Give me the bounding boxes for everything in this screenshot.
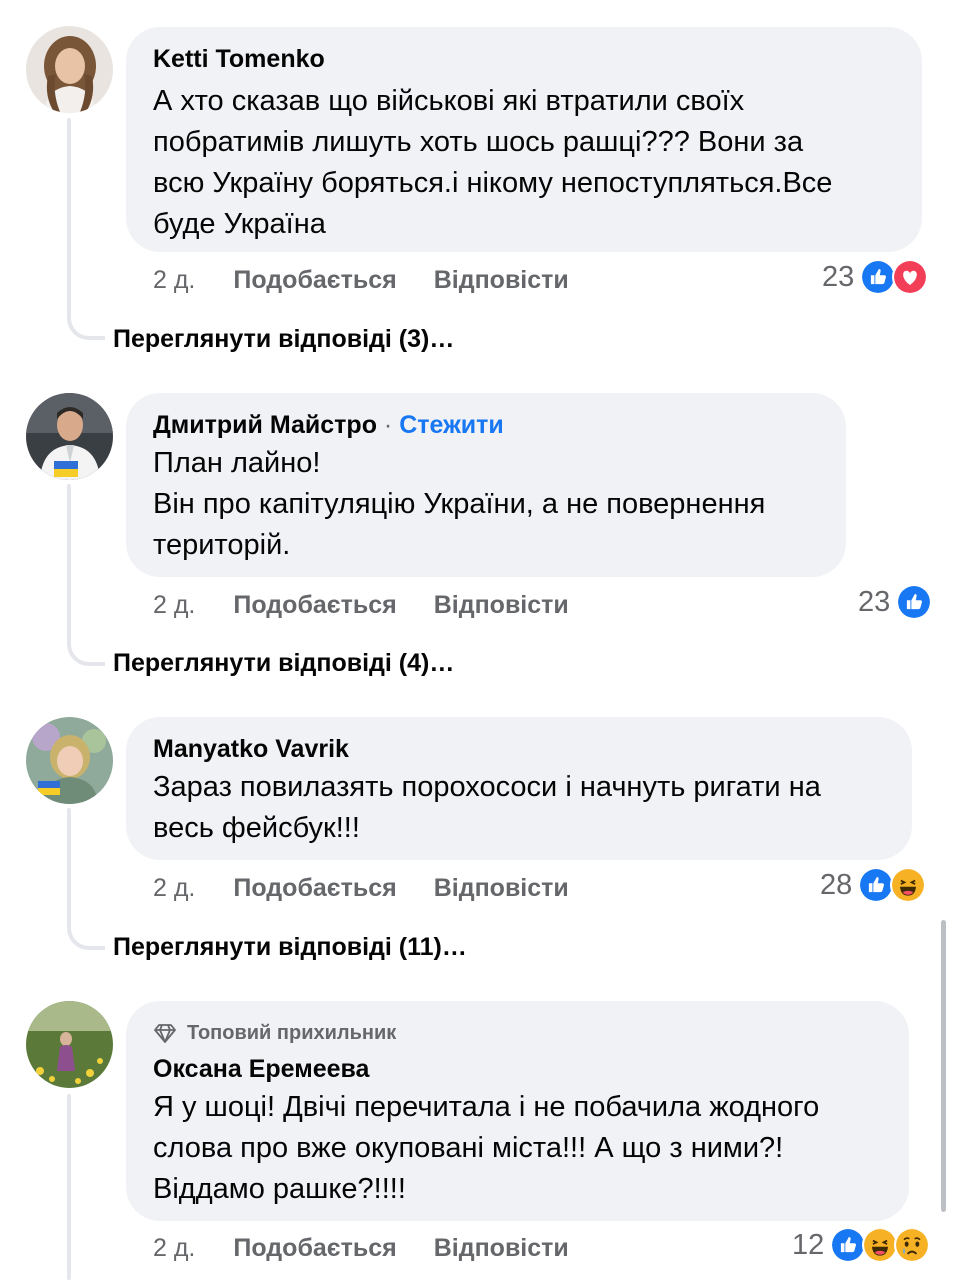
like-button[interactable]: Подобається [233,1233,396,1263]
reaction-count: 28 [820,869,853,901]
thread-line [67,808,71,928]
comment-bubble: Топовий прихильник Оксана Еремеева Я у ш… [126,1001,909,1221]
comment-author[interactable]: Дмитрий Майстро [153,411,377,439]
reaction-count: 12 [792,1229,825,1261]
comment-actions: 2 д. Подобається Відповісти [153,590,569,620]
love-icon [892,259,929,295]
sad-icon [894,1227,931,1263]
reply-button[interactable]: Відповісти [434,590,569,620]
avatar-photo [26,26,113,113]
reaction-count: 23 [822,261,855,293]
comment-bubble: Дмитрий Майстро · Стежити План лайно! Ві… [126,393,846,577]
haha-icon [890,867,927,903]
comment-bubble: Manyatko Vavrik Зараз повилазять порохос… [126,717,912,860]
thread-line [67,118,71,318]
like-icon [896,584,933,620]
reactions-summary[interactable]: 12 [792,1227,931,1263]
like-icon [858,867,895,903]
thread-connector [67,638,105,666]
scrollbar[interactable] [941,920,946,1212]
avatar-photo [26,1001,113,1088]
comment-author[interactable]: Оксана Еремеева [153,1053,882,1085]
thread-connector [67,922,105,950]
like-icon [860,259,897,295]
diamond-icon [154,1024,176,1043]
comment-text: План лайно! Він про капітуляцію України,… [153,447,766,561]
reactions-summary[interactable]: 23 [822,259,929,295]
like-button[interactable]: Подобається [233,590,396,620]
comment-time[interactable]: 2 д. [153,873,195,903]
avatar-photo [26,717,113,804]
comment-author-row: Дмитрий Майстро · Стежити [153,409,819,441]
comment-author[interactable]: Ketti Tomenko [153,43,895,75]
view-replies-link[interactable]: Переглянути відповіді (3)… [113,324,454,354]
reactions-summary[interactable]: 28 [820,867,927,903]
haha-icon [862,1227,899,1263]
avatar[interactable] [26,26,113,113]
thread-line [67,484,71,644]
comment-time[interactable]: 2 д. [153,1233,195,1263]
view-replies-link[interactable]: Переглянути відповіді (4)… [113,648,454,678]
comment-bubble: Ketti Tomenko А хто сказав що військові … [126,27,922,252]
avatar-photo [26,393,113,480]
view-replies-link[interactable]: Переглянути відповіді (11)… [113,932,467,962]
reply-button[interactable]: Відповісти [434,265,569,295]
comment-time[interactable]: 2 д. [153,265,195,295]
reply-button[interactable]: Відповісти [434,1233,569,1263]
reactions-summary[interactable]: 23 [858,584,933,620]
comment-text: Я у шоці! Двічі перечитала і не побачила… [153,1091,820,1205]
avatar[interactable] [26,717,113,804]
badge-label: Топовий прихильник [187,1022,397,1044]
like-button[interactable]: Подобається [233,265,396,295]
comment-author[interactable]: Manyatko Vavrik [153,733,885,765]
avatar[interactable] [26,1001,113,1088]
thread-connector [67,312,105,340]
comment-text: Зараз повилазять порохососи і начнуть ри… [153,771,821,844]
comment-actions: 2 д. Подобається Відповісти [153,265,569,295]
reaction-count: 23 [858,586,891,618]
separator-dot: · [383,411,393,439]
reply-button[interactable]: Відповісти [434,873,569,903]
like-button[interactable]: Подобається [233,873,396,903]
avatar[interactable] [26,393,113,480]
like-icon [830,1227,867,1263]
top-fan-badge: Топовий прихильник [153,1019,882,1047]
follow-button[interactable]: Стежити [399,411,504,439]
comment-actions: 2 д. Подобається Відповісти [153,873,569,903]
comment-text: А хто сказав що військові які втратили с… [153,85,833,240]
thread-line [67,1094,71,1280]
comment-actions: 2 д. Подобається Відповісти [153,1233,569,1263]
comment-time[interactable]: 2 д. [153,590,195,620]
